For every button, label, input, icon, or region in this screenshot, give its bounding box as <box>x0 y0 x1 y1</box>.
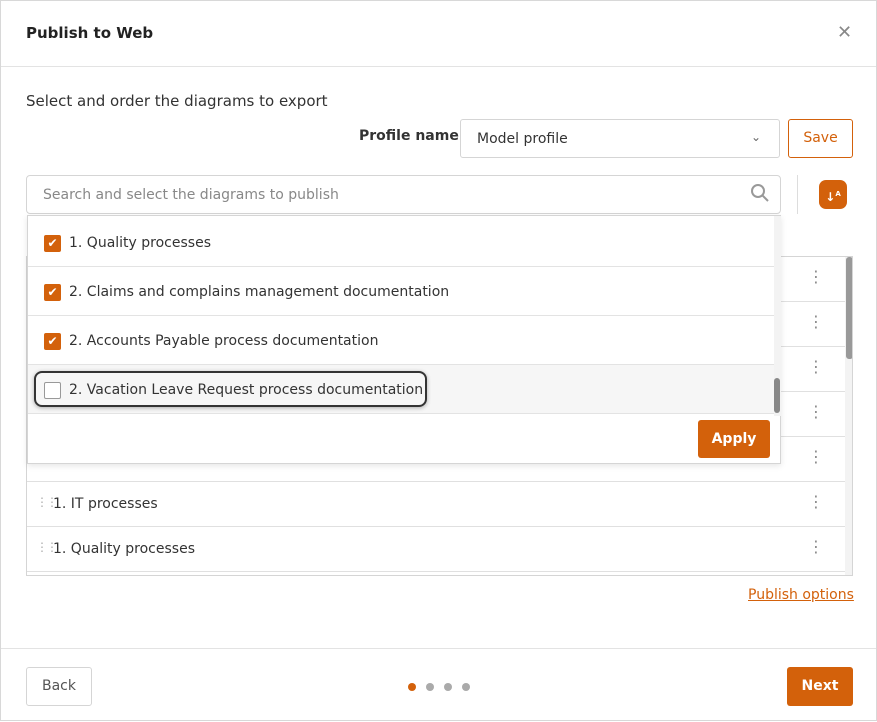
checkbox[interactable]: ✔ <box>44 333 61 350</box>
back-button[interactable]: Back <box>26 667 92 706</box>
next-button[interactable]: Next <box>787 667 853 706</box>
chevron-down-icon: ⌄ <box>750 130 761 144</box>
publish-dialog: Publish to Web ✕ Select and order the di… <box>0 0 877 721</box>
dropdown-item[interactable]: ✔ 2. Accounts Payable process documentati… <box>28 316 774 365</box>
list-item[interactable]: ⋮⋮ 1. IT processes ⋮ <box>27 482 845 527</box>
step-indicator <box>408 683 470 691</box>
profile-name-label: Profile name <box>359 128 459 144</box>
more-options-icon[interactable]: ⋮ <box>808 402 824 421</box>
search-icon[interactable] <box>750 183 770 207</box>
more-options-icon[interactable]: ⋮ <box>808 312 824 331</box>
sort-icon[interactable]: ↓A <box>819 180 847 209</box>
apply-button[interactable]: Apply <box>698 420 770 458</box>
dialog-footer: Back Next <box>1 648 876 722</box>
list-item[interactable]: ⋮⋮ 1. Quality processes ⋮ <box>27 527 845 572</box>
profile-select-value: Model profile <box>477 131 568 147</box>
close-icon[interactable]: ✕ <box>837 22 852 43</box>
publish-options-link[interactable]: Publish options <box>748 587 854 603</box>
save-button[interactable]: Save <box>788 119 853 158</box>
dropdown-item-label: 2. Vacation Leave Request process docume… <box>69 382 424 398</box>
more-options-icon[interactable]: ⋮ <box>808 537 824 556</box>
dropdown-item-label: 2. Accounts Payable process documentatio… <box>69 333 379 349</box>
search-input[interactable]: Search and select the diagrams to publis… <box>26 175 781 214</box>
more-options-icon[interactable]: ⋮ <box>808 267 824 286</box>
checkbox[interactable]: ✔ <box>44 235 61 252</box>
dropdown-item[interactable]: ✔ 2. Claims and complains management docu… <box>28 267 774 316</box>
step-dot <box>462 683 470 691</box>
search-placeholder: Search and select the diagrams to publis… <box>43 187 339 203</box>
list-item-label: 1. Quality processes <box>53 541 195 557</box>
more-options-icon[interactable]: ⋮ <box>808 357 824 376</box>
dropdown-scrollbar[interactable] <box>774 216 781 416</box>
step-dot <box>426 683 434 691</box>
dropdown-item[interactable]: 2. Vacation Leave Request process docume… <box>28 365 774 414</box>
more-options-icon[interactable]: ⋮ <box>808 492 824 511</box>
dropdown-item-label: 1. Quality processes <box>69 235 211 251</box>
dialog-title: Publish to Web <box>26 24 154 42</box>
dropdown-item[interactable]: ✔ 1. Quality processes <box>28 218 774 267</box>
step-dot <box>408 683 416 691</box>
subtitle: Select and order the diagrams to export <box>26 92 328 110</box>
more-options-icon[interactable]: ⋮ <box>808 447 824 466</box>
profile-select[interactable]: Model profile ⌄ <box>460 119 780 158</box>
divider <box>797 175 798 214</box>
diagram-dropdown: 2. Vacation Leave Request process docume… <box>27 215 781 464</box>
step-dot <box>444 683 452 691</box>
checkbox[interactable]: ✔ <box>44 284 61 301</box>
list-item-label: 1. IT processes <box>53 496 158 512</box>
dialog-header: Publish to Web ✕ <box>1 1 876 67</box>
dropdown-item-label: 2. Claims and complains management docum… <box>69 284 450 300</box>
list-scrollbar[interactable] <box>845 257 852 575</box>
checkbox[interactable] <box>44 382 61 399</box>
